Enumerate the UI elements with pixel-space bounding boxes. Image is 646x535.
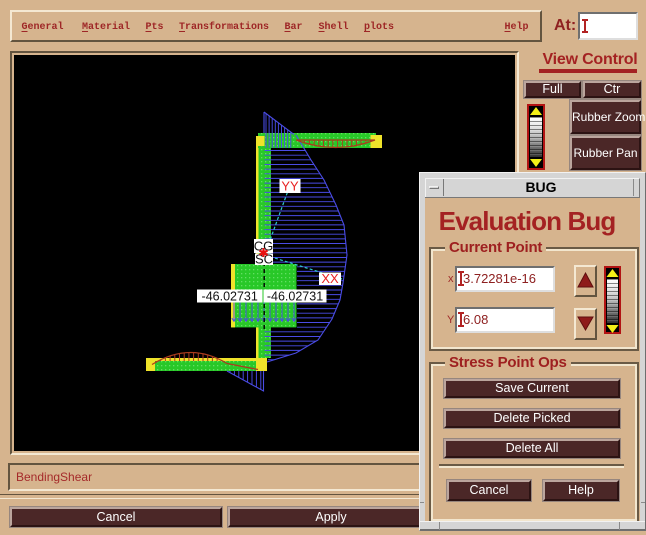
svg-text:-46.02731: -46.02731 bbox=[202, 290, 258, 304]
svg-text:XX: XX bbox=[321, 271, 339, 286]
svg-text:-46.02731: -46.02731 bbox=[267, 290, 323, 304]
svg-text:YY: YY bbox=[281, 179, 299, 194]
